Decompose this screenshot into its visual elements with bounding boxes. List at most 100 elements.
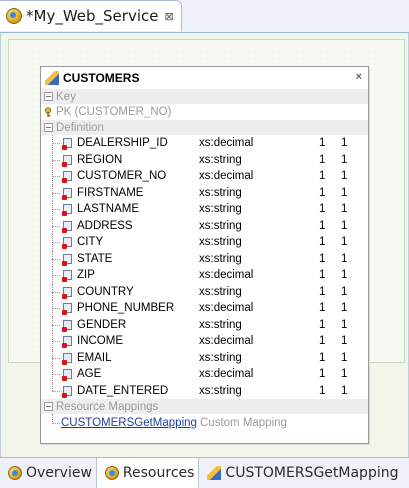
tree-connector bbox=[52, 143, 60, 144]
field-name: CITY bbox=[77, 236, 104, 249]
field-min-occurs: 1 bbox=[319, 203, 326, 216]
tree-connector bbox=[52, 291, 60, 293]
field-name: ZIP bbox=[77, 269, 95, 282]
field-name: EMAIL bbox=[77, 351, 112, 364]
field-max-occurs: 1 bbox=[341, 302, 348, 315]
field-list: DEALERSHIP_ID xs:decimal 1 1 REGION xs:string… bbox=[41, 135, 368, 399]
field-element-icon bbox=[62, 336, 72, 348]
tab-resources[interactable]: Resources bbox=[96, 458, 200, 488]
tree-connector bbox=[52, 390, 60, 392]
field-name: CUSTOMER_NO bbox=[77, 170, 167, 183]
field-min-occurs: 1 bbox=[319, 384, 326, 397]
field-max-occurs: 1 bbox=[341, 318, 348, 331]
close-icon[interactable]: ⊠ bbox=[164, 10, 173, 23]
field-type: xs:string bbox=[199, 186, 242, 199]
field-max-occurs: 1 bbox=[341, 368, 348, 381]
field-row[interactable]: LASTNAME xs:string 1 1 bbox=[41, 201, 368, 218]
field-element-icon bbox=[62, 204, 72, 216]
collapse-icon[interactable] bbox=[44, 123, 53, 132]
field-name: REGION bbox=[77, 153, 123, 166]
field-row[interactable]: STATE xs:string 1 1 bbox=[41, 250, 368, 267]
field-min-occurs: 1 bbox=[319, 285, 326, 298]
field-max-occurs: 1 bbox=[341, 137, 348, 150]
field-max-occurs: 1 bbox=[341, 335, 348, 348]
tree-connector bbox=[52, 209, 60, 210]
close-icon[interactable]: × bbox=[356, 71, 362, 83]
field-row[interactable]: AGE xs:decimal 1 1 bbox=[41, 366, 368, 383]
field-element-icon bbox=[62, 385, 72, 398]
resource-mappings-section-header[interactable]: Resource Mappings bbox=[41, 399, 368, 414]
mapping-link[interactable]: CUSTOMERSGetMapping bbox=[61, 417, 197, 429]
editor-tab-my-web-service[interactable]: *My_Web_Service ⊠ bbox=[0, 0, 182, 31]
field-type: xs:decimal bbox=[199, 269, 254, 282]
field-element-icon bbox=[62, 171, 72, 183]
field-row[interactable]: REGION xs:string 1 1 bbox=[41, 151, 368, 168]
field-element-icon bbox=[62, 237, 72, 249]
field-row[interactable]: DATE_ENTERED xs:string 1 1 bbox=[41, 382, 368, 400]
field-row[interactable]: CUSTOMER_NO xs:decimal 1 1 bbox=[41, 168, 368, 185]
tree-connector bbox=[52, 324, 60, 326]
field-element-icon bbox=[62, 138, 72, 150]
resource-mappings-section-label: Resource Mappings bbox=[56, 400, 159, 413]
field-max-occurs: 1 bbox=[341, 351, 348, 364]
field-max-occurs: 1 bbox=[341, 170, 348, 183]
field-type: xs:decimal bbox=[199, 170, 254, 183]
field-max-occurs: 1 bbox=[341, 384, 348, 397]
field-element-icon bbox=[62, 286, 72, 299]
tree-connector bbox=[52, 308, 60, 309]
field-min-occurs: 1 bbox=[319, 186, 326, 199]
table-edit-icon bbox=[45, 71, 59, 85]
customers-resource-box[interactable]: CUSTOMERS × Key PK (CUSTOMER_NO) Definit… bbox=[40, 66, 369, 444]
definition-section-header[interactable]: Definition bbox=[41, 120, 368, 135]
field-min-occurs: 1 bbox=[319, 368, 326, 381]
field-type: xs:string bbox=[199, 384, 242, 397]
field-max-occurs: 1 bbox=[341, 186, 348, 199]
field-row[interactable]: ADDRESS xs:string 1 1 bbox=[41, 217, 368, 234]
mapping-type: Custom Mapping bbox=[200, 417, 287, 429]
bottom-tab-bar: Overview Resources CUSTOMERSGetMapping bbox=[0, 457, 409, 488]
field-type: xs:string bbox=[199, 203, 242, 216]
field-type: xs:string bbox=[199, 153, 242, 166]
field-row[interactable]: CITY xs:string 1 1 bbox=[41, 234, 368, 251]
tree-connector bbox=[52, 275, 60, 276]
field-row[interactable]: INCOME xs:decimal 1 1 bbox=[41, 333, 368, 350]
field-row[interactable]: COUNTRY xs:string 1 1 bbox=[41, 283, 368, 300]
tab-overview[interactable]: Overview bbox=[0, 458, 97, 488]
tree-connector bbox=[52, 192, 60, 194]
primary-key-label: PK (CUSTOMER_NO) bbox=[56, 106, 172, 118]
field-min-occurs: 1 bbox=[319, 351, 326, 364]
editor-tab-bar: *My_Web_Service ⊠ bbox=[0, 0, 409, 33]
field-element-icon bbox=[62, 270, 72, 282]
field-element-icon bbox=[62, 369, 72, 381]
field-row[interactable]: GENDER xs:string 1 1 bbox=[41, 316, 368, 333]
editor-tab-title: *My_Web_Service bbox=[26, 7, 159, 25]
key-icon bbox=[44, 106, 52, 117]
field-element-icon bbox=[62, 303, 72, 315]
collapse-icon[interactable] bbox=[44, 92, 53, 101]
key-section-header[interactable]: Key bbox=[41, 89, 368, 104]
field-row[interactable]: DEALERSHIP_ID xs:decimal 1 1 bbox=[41, 135, 368, 152]
field-row[interactable]: EMAIL xs:string 1 1 bbox=[41, 349, 368, 366]
field-name: INCOME bbox=[77, 335, 123, 348]
field-min-occurs: 1 bbox=[319, 219, 326, 232]
tab-overview-label: Overview bbox=[26, 465, 92, 481]
field-element-icon bbox=[62, 220, 72, 233]
field-row[interactable]: FIRSTNAME xs:string 1 1 bbox=[41, 184, 368, 201]
field-type: xs:string bbox=[199, 351, 242, 364]
tree-connector bbox=[52, 242, 60, 243]
field-element-icon bbox=[62, 352, 72, 365]
tab-resources-label: Resources bbox=[122, 465, 195, 481]
field-min-occurs: 1 bbox=[319, 153, 326, 166]
resource-header[interactable]: CUSTOMERS × bbox=[41, 67, 368, 89]
field-row[interactable]: PHONE_NUMBER xs:decimal 1 1 bbox=[41, 300, 368, 317]
tab-customersgetmapping-label: CUSTOMERSGetMapping bbox=[225, 465, 399, 481]
mapping-row[interactable]: CUSTOMERSGetMapping Custom Mapping bbox=[41, 414, 368, 432]
web-service-icon bbox=[104, 466, 119, 480]
field-type: xs:string bbox=[199, 236, 242, 249]
primary-key-row[interactable]: PK (CUSTOMER_NO) bbox=[41, 104, 368, 120]
field-row[interactable]: ZIP xs:decimal 1 1 bbox=[41, 267, 368, 284]
key-section-label: Key bbox=[56, 90, 76, 103]
collapse-icon[interactable] bbox=[44, 402, 53, 411]
tree-connector bbox=[52, 414, 60, 424]
tab-customersgetmapping[interactable]: CUSTOMERSGetMapping bbox=[199, 458, 402, 488]
